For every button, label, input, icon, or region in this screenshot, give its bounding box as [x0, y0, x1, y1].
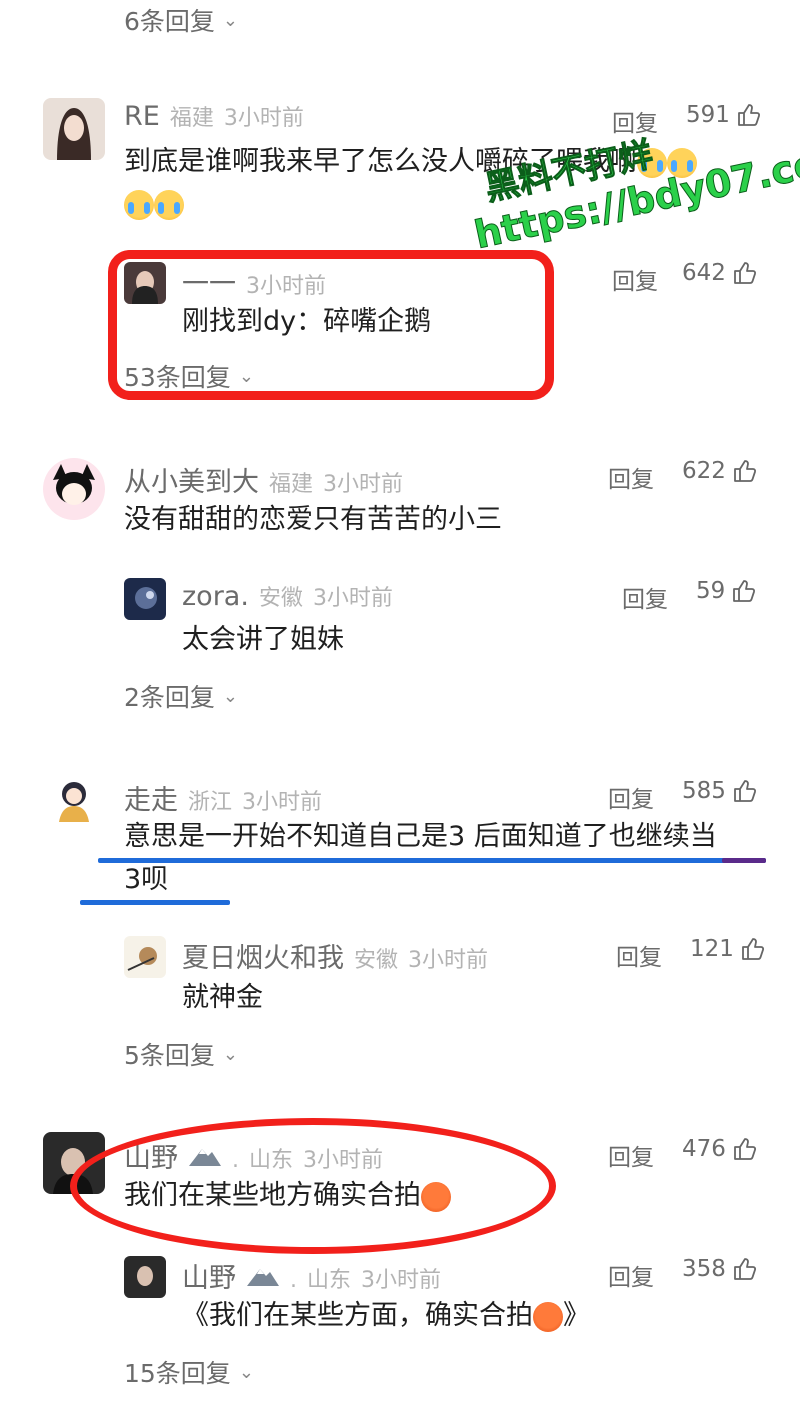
reply-button[interactable]: 回复 [608, 1138, 654, 1172]
username[interactable]: 山野 [182, 1256, 236, 1295]
timestamp: 3小时前 [312, 586, 393, 611]
more-replies-label: 15条回复 [124, 1359, 231, 1388]
location: 安徽 [258, 586, 303, 611]
like-count: 585 [682, 778, 726, 804]
thumbs-up-icon [734, 460, 756, 482]
cry-face-icon [154, 189, 184, 220]
username[interactable]: RE [124, 101, 160, 132]
comment-text-line: 3呗 [124, 864, 169, 895]
mountain-icon [247, 1269, 279, 1286]
like-count: 642 [682, 260, 726, 286]
reply-button[interactable]: 回复 [608, 780, 654, 814]
username[interactable]: 夏日烟火和我 [182, 936, 344, 975]
location: 安徽 [354, 948, 399, 973]
thumbs-up-icon [734, 262, 756, 284]
like-count: 358 [682, 1256, 726, 1282]
more-replies-link[interactable]: 2条回复 ⌄ [124, 678, 238, 714]
location: 福建 [269, 472, 314, 497]
reply-meta: zora. 安徽 3小时前 [182, 580, 393, 612]
timestamp: 3小时前 [361, 1268, 442, 1293]
more-replies-label: 5条回复 [124, 1041, 215, 1070]
comment-meta: RE 福建 3小时前 [124, 100, 304, 132]
avatar[interactable] [124, 936, 166, 978]
thumbs-up-icon [733, 580, 756, 602]
reply-text: 太会讲了姐妹 [182, 624, 344, 655]
comment-emoji-line [124, 182, 184, 226]
thumbs-up-icon [734, 1258, 756, 1280]
chevron-down-icon: ⌄ [222, 9, 238, 31]
like-count: 59 [696, 578, 726, 604]
reply-button[interactable]: 回复 [608, 460, 654, 494]
reply-meta: 夏日烟火和我 安徽 3小时前 [182, 936, 488, 975]
avatar[interactable] [124, 578, 166, 620]
chevron-down-icon: ⌄ [238, 1361, 254, 1383]
avatar[interactable] [43, 458, 105, 520]
username[interactable]: 走走 [124, 778, 178, 817]
cry-face-icon [124, 189, 154, 220]
location: 山东 [307, 1268, 352, 1293]
timestamp: 3小时前 [323, 472, 404, 497]
underline-annotation [98, 858, 766, 863]
thumbs-up-icon [734, 1138, 756, 1160]
reply-button[interactable]: 回复 [616, 938, 662, 972]
like-count: 121 [690, 936, 734, 962]
thumbs-up-icon [742, 938, 764, 960]
reply-meta: 山野 . 山东 3小时前 [182, 1256, 441, 1295]
username[interactable]: 从小美到大 [124, 460, 259, 499]
location: 浙江 [188, 790, 233, 815]
highlight-box [108, 250, 554, 400]
like-button[interactable]: 476 [682, 1136, 758, 1162]
more-replies-label: 6条回复 [124, 7, 215, 36]
like-button[interactable]: 59 [696, 578, 757, 604]
more-replies-link[interactable]: 15条回复 ⌄ [124, 1354, 254, 1390]
like-count: 622 [682, 458, 726, 484]
avatar[interactable] [124, 1256, 166, 1298]
underline-annotation [80, 900, 230, 905]
reply-text: 《我们在某些方面，确实合拍》 [182, 1300, 590, 1332]
more-replies-link[interactable]: 5条回复 ⌄ [124, 1036, 238, 1072]
underline-annotation [722, 858, 766, 863]
like-button[interactable]: 622 [682, 458, 758, 484]
avatar[interactable] [43, 98, 105, 160]
chevron-down-icon: ⌄ [222, 685, 238, 707]
like-count: 476 [682, 1136, 726, 1162]
angry-face-icon [533, 1301, 563, 1332]
comment-meta: 走走 浙江 3小时前 [124, 778, 322, 817]
highlight-ellipse [70, 1118, 556, 1254]
like-button[interactable]: 121 [690, 936, 766, 962]
timestamp: 3小时前 [408, 948, 489, 973]
comment-meta: 从小美到大 福建 3小时前 [124, 460, 403, 499]
comment-text-line: 意思是一开始不知道自己是3 后面知道了也继续当 [124, 821, 717, 852]
name-suffix: . [290, 1268, 297, 1293]
username[interactable]: zora. [182, 581, 249, 612]
chevron-down-icon: ⌄ [222, 1043, 238, 1065]
comment-text: 没有甜甜的恋爱只有苦苦的小三 [124, 504, 502, 535]
like-button[interactable]: 358 [682, 1256, 758, 1282]
timestamp: 3小时前 [223, 106, 304, 131]
thumbs-up-icon [734, 780, 756, 802]
like-button[interactable]: 642 [682, 260, 758, 286]
timestamp: 3小时前 [242, 790, 323, 815]
more-replies-link[interactable]: 6条回复 ⌄ [124, 2, 238, 38]
reply-button[interactable]: 回复 [608, 1258, 654, 1292]
reply-button[interactable]: 回复 [622, 580, 668, 614]
more-replies-label: 2条回复 [124, 683, 215, 712]
location: 福建 [169, 106, 214, 131]
like-button[interactable]: 585 [682, 778, 758, 804]
reply-text: 就神金 [182, 982, 263, 1013]
reply-button[interactable]: 回复 [612, 262, 658, 296]
avatar[interactable] [43, 772, 105, 834]
